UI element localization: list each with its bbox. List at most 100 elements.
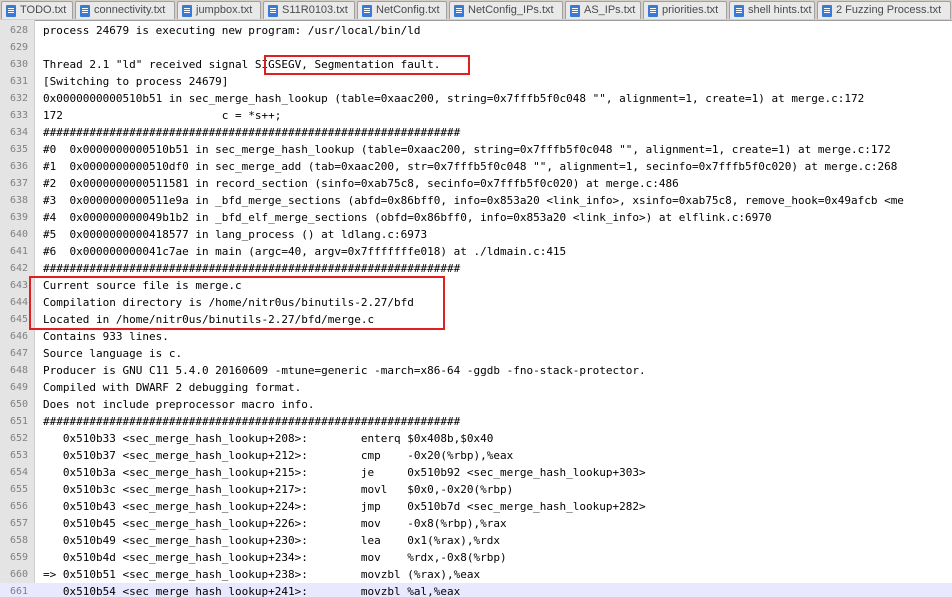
code-line[interactable]: 661 0x510b54 <sec_merge_hash_lookup+241>… [0, 583, 952, 597]
tab-s11r0103[interactable]: S11R0103.txt [263, 1, 355, 19]
line-number: 632 [9, 93, 28, 104]
code-line[interactable]: 656 0x510b43 <sec_merge_hash_lookup+224>… [0, 498, 952, 515]
code-line[interactable]: 653 0x510b37 <sec_merge_hash_lookup+212>… [0, 447, 952, 464]
code-line[interactable]: 641 #6 0x000000000041c7ae in main (argc=4… [0, 243, 952, 260]
code-line[interactable]: 630 Thread 2.1 "ld" received signal SIGSE… [0, 56, 952, 73]
line-number: 631 [9, 76, 28, 87]
line-number: 634 [9, 127, 28, 138]
code-line[interactable]: 639 #4 0x000000000049b1b2 in _bfd_elf_mer… [0, 209, 952, 226]
line-number: 642 [9, 263, 28, 274]
tab-todo[interactable]: TODO.txt [1, 1, 73, 19]
line-number: 654 [9, 467, 28, 478]
line-text: #2 0x0000000000511581 in record_section … [43, 177, 679, 190]
code-line[interactable]: 646 Contains 933 lines. [0, 328, 952, 345]
code-line[interactable]: 654 0x510b3a <sec_merge_hash_lookup+215>… [0, 464, 952, 481]
code-line[interactable]: 651 #####################################… [0, 413, 952, 430]
text-file-icon [822, 5, 832, 17]
text-file-icon [80, 5, 90, 17]
code-line[interactable]: 632 0x0000000000510b51 in sec_merge_hash_… [0, 90, 952, 107]
code-line[interactable]: 658 0x510b49 <sec_merge_hash_lookup+230>… [0, 532, 952, 549]
code-line[interactable]: 629 [0, 39, 952, 56]
line-text: #3 0x0000000000511e9a in _bfd_merge_sect… [43, 194, 904, 207]
text-file-icon [570, 5, 580, 17]
tab-connectivity[interactable]: connectivity.txt [75, 1, 175, 19]
code-line[interactable]: 633 172 c = *s++; [0, 107, 952, 124]
code-line[interactable]: 635 #0 0x0000000000510b51 in sec_merge_ha… [0, 141, 952, 158]
text-file-icon [6, 5, 16, 17]
code-line[interactable]: 638 #3 0x0000000000511e9a in _bfd_merge_s… [0, 192, 952, 209]
tab-label: 2 Fuzzing Process.txt [836, 4, 942, 16]
line-text: 172 c = *s++; [43, 109, 282, 122]
text-editor[interactable]: 628 process 24679 is executing new progra… [0, 20, 952, 597]
line-number: 647 [9, 348, 28, 359]
line-number: 643 [9, 280, 28, 291]
code-line[interactable]: 640 #5 0x0000000000418577 in lang_process… [0, 226, 952, 243]
text-file-icon [734, 5, 744, 17]
tab-priorities[interactable]: priorities.txt [643, 1, 727, 19]
tab-label: AS_IPs.txt [584, 4, 636, 16]
line-number: 640 [9, 229, 28, 240]
code-line[interactable]: 647 Source language is c. [0, 345, 952, 362]
line-number: 651 [9, 416, 28, 427]
line-text: #0 0x0000000000510b51 in sec_merge_hash_… [43, 143, 891, 156]
line-text: 0x510b3a <sec_merge_hash_lookup+215>: je… [43, 466, 646, 479]
tab-netconfig-ips[interactable]: NetConfig_IPs.txt [449, 1, 563, 19]
tab-label: priorities.txt [662, 4, 719, 16]
line-text: 0x510b43 <sec_merge_hash_lookup+224>: jm… [43, 500, 646, 513]
line-number: 638 [9, 195, 28, 206]
code-line[interactable]: 649 Compiled with DWARF 2 debugging forma… [0, 379, 952, 396]
line-number: 657 [9, 518, 28, 529]
code-line[interactable]: 650 Does not include preprocessor macro i… [0, 396, 952, 413]
line-text: 0x510b33 <sec_merge_hash_lookup+208>: en… [43, 432, 494, 445]
text-file-icon [454, 5, 464, 17]
line-text: 0x510b49 <sec_merge_hash_lookup+230>: le… [43, 534, 500, 547]
line-text: #1 0x0000000000510df0 in sec_merge_add (… [43, 160, 898, 173]
line-number: 628 [9, 25, 28, 36]
text-file-icon [268, 5, 278, 17]
line-text: [Switching to process 24679] [43, 75, 229, 88]
tab-label: S11R0103.txt [282, 4, 348, 16]
code-line[interactable]: 643 Current source file is merge.c [0, 277, 952, 294]
line-text: ########################################… [43, 262, 461, 275]
line-number: 644 [9, 297, 28, 308]
tab-as-ips[interactable]: AS_IPs.txt [565, 1, 641, 19]
code-line[interactable]: 657 0x510b45 <sec_merge_hash_lookup+226>… [0, 515, 952, 532]
line-number: 635 [9, 144, 28, 155]
code-line[interactable]: 636 #1 0x0000000000510df0 in sec_merge_ad… [0, 158, 952, 175]
line-text: 0x510b37 <sec_merge_hash_lookup+212>: cm… [43, 449, 514, 462]
line-number: 639 [9, 212, 28, 223]
tab-label: shell hints.txt [748, 4, 812, 16]
code-line[interactable]: 628 process 24679 is executing new progra… [0, 22, 952, 39]
line-text: #5 0x0000000000418577 in lang_process ()… [43, 228, 428, 241]
line-number: 646 [9, 331, 28, 342]
tab-label: TODO.txt [20, 4, 67, 16]
code-line[interactable]: 645 Located in /home/nitr0us/binutils-2.2… [0, 311, 952, 328]
line-number: 633 [9, 110, 28, 121]
code-line[interactable]: 652 0x510b33 <sec_merge_hash_lookup+208>… [0, 430, 952, 447]
code-line[interactable]: 660 => 0x510b51 <sec_merge_hash_lookup+23… [0, 566, 952, 583]
line-text: 0x510b4d <sec_merge_hash_lookup+234>: mo… [43, 551, 507, 564]
code-line[interactable]: 659 0x510b4d <sec_merge_hash_lookup+234>… [0, 549, 952, 566]
code-line[interactable]: 655 0x510b3c <sec_merge_hash_lookup+217>… [0, 481, 952, 498]
code-line[interactable]: 642 #####################################… [0, 260, 952, 277]
tab-jumpbox[interactable]: jumpbox.txt [177, 1, 261, 19]
line-text: 0x510b45 <sec_merge_hash_lookup+226>: mo… [43, 517, 507, 530]
line-number: 653 [9, 450, 28, 461]
line-text: Compilation directory is /home/nitr0us/b… [43, 296, 414, 309]
line-text: ########################################… [43, 126, 461, 139]
code-line[interactable]: 637 #2 0x0000000000511581 in record_secti… [0, 175, 952, 192]
line-number: 636 [9, 161, 28, 172]
code-line[interactable]: 648 Producer is GNU C11 5.4.0 20160609 -m… [0, 362, 952, 379]
tab-netconfig[interactable]: NetConfig.txt [357, 1, 447, 19]
code-line[interactable]: 644 Compilation directory is /home/nitr0u… [0, 294, 952, 311]
code-line[interactable]: 634 #####################################… [0, 124, 952, 141]
text-file-icon [362, 5, 372, 17]
tab-shell-hints[interactable]: shell hints.txt [729, 1, 815, 19]
code-line[interactable]: 631 [Switching to process 24679] [0, 73, 952, 90]
line-number: 658 [9, 535, 28, 546]
line-number: 659 [9, 552, 28, 563]
line-text: #4 0x000000000049b1b2 in _bfd_elf_merge_… [43, 211, 772, 224]
tab-fuzzing-process[interactable]: 2 Fuzzing Process.txt [817, 1, 951, 19]
line-number: 629 [9, 42, 28, 53]
line-number: 630 [9, 59, 28, 70]
